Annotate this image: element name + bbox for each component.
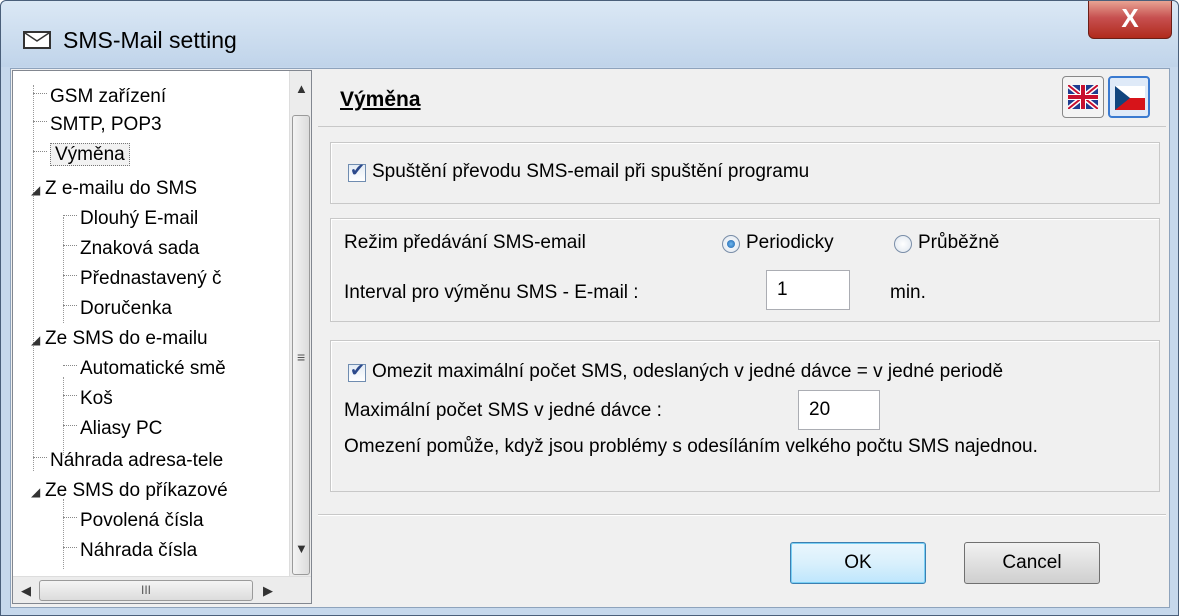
mail-icon [23,31,51,49]
czech-flag-icon [1115,86,1145,110]
startup-label: Spuštění převodu SMS-email při spuštění … [372,161,810,182]
panel-header [318,72,1166,127]
tree-item-sms-to-command[interactable]: ◢ Ze SMS do příkazové [31,477,228,505]
collapse-arrow-icon[interactable]: ◢ [31,326,45,354]
tree-item-preset[interactable]: Přednastavený č [63,265,222,293]
czech-flag-button[interactable] [1108,76,1150,118]
collapse-arrow-icon[interactable]: ◢ [31,478,45,506]
periodic-radio[interactable] [722,235,740,253]
tree-item-trash[interactable]: Koš [63,385,113,413]
tree-item-long-email[interactable]: Dlouhý E-mail [63,205,198,233]
periodic-label: Periodicky [746,232,834,253]
settings-tree[interactable]: GSM zařízení SMTP, POP3 Výměna ◢ Z e-mail… [12,70,312,604]
tree-item-gsm[interactable]: GSM zařízení [33,83,166,111]
tree-item-vymena[interactable]: Výměna [33,141,130,169]
max-count-label: Maximální počet SMS v jedné dávce : [344,400,662,421]
startup-checkbox[interactable]: ✔ [348,160,366,182]
ok-button[interactable]: OK [790,542,926,584]
section-title: Výměna [340,88,421,111]
tree-item-email-to-sms[interactable]: ◢ Z e-mailu do SMS [31,175,197,203]
collapse-arrow-icon[interactable]: ◢ [31,176,45,204]
close-icon: X [1121,3,1139,33]
grip-icon: ≡ [297,349,306,365]
interval-label: Interval pro výměnu SMS - E-mail : [344,282,639,303]
scroll-left-icon[interactable]: ◀ [21,583,31,599]
title-bar[interactable]: SMS-Mail setting X [1,1,1178,67]
tree-item-replace-number[interactable]: Náhrada čísla [63,537,197,565]
tree-item-auto[interactable]: Automatické smě [63,355,226,383]
horizontal-scroll-thumb[interactable]: III [39,580,253,601]
cancel-button[interactable]: Cancel [964,542,1100,584]
button-divider [318,514,1166,516]
tree-item-replace-address[interactable]: Náhrada adresa-tele [33,447,223,475]
vertical-scroll-thumb[interactable]: ≡ [292,115,310,575]
scroll-right-icon[interactable]: ▶ [263,583,273,599]
tree-item-receipt[interactable]: Doručenka [63,295,172,323]
english-flag-button[interactable] [1062,76,1104,118]
scroll-up-icon[interactable]: ▲ [295,81,308,96]
tree-item-sms-to-email[interactable]: ◢ Ze SMS do e-mailu [31,325,208,353]
max-count-input[interactable]: 20 [798,390,880,430]
checkmark-icon: ✔ [350,160,366,180]
interval-unit: min. [890,282,926,303]
mode-label: Režim předávání SMS-email [344,232,586,253]
tree-vertical-scrollbar[interactable]: ▲ ≡ ▼ [289,71,311,576]
uk-flag-icon [1068,85,1098,109]
limit-label: Omezit maximální počet SMS, odeslaných v… [372,361,1004,382]
limit-note: Omezení pomůže, když jsou problémy s ode… [344,436,1038,457]
interval-input[interactable]: 1 [766,270,850,310]
limit-checkbox[interactable]: ✔ [348,360,366,382]
close-button[interactable]: X [1088,1,1172,39]
tree-item-allowed-numbers[interactable]: Povolená čísla [63,507,204,535]
tree-item-aliases[interactable]: Aliasy PC [63,415,162,443]
scroll-down-icon[interactable]: ▼ [295,541,308,556]
continuous-radio[interactable] [894,235,912,253]
continuous-label: Průběžně [918,232,1000,253]
checkmark-icon: ✔ [350,360,366,380]
tree-item-charset[interactable]: Znaková sada [63,235,199,263]
tree-horizontal-scrollbar[interactable]: ◀ III ▶ [13,576,311,603]
window-title: SMS-Mail setting [63,27,237,53]
tree-item-smtp[interactable]: SMTP, POP3 [33,111,162,139]
